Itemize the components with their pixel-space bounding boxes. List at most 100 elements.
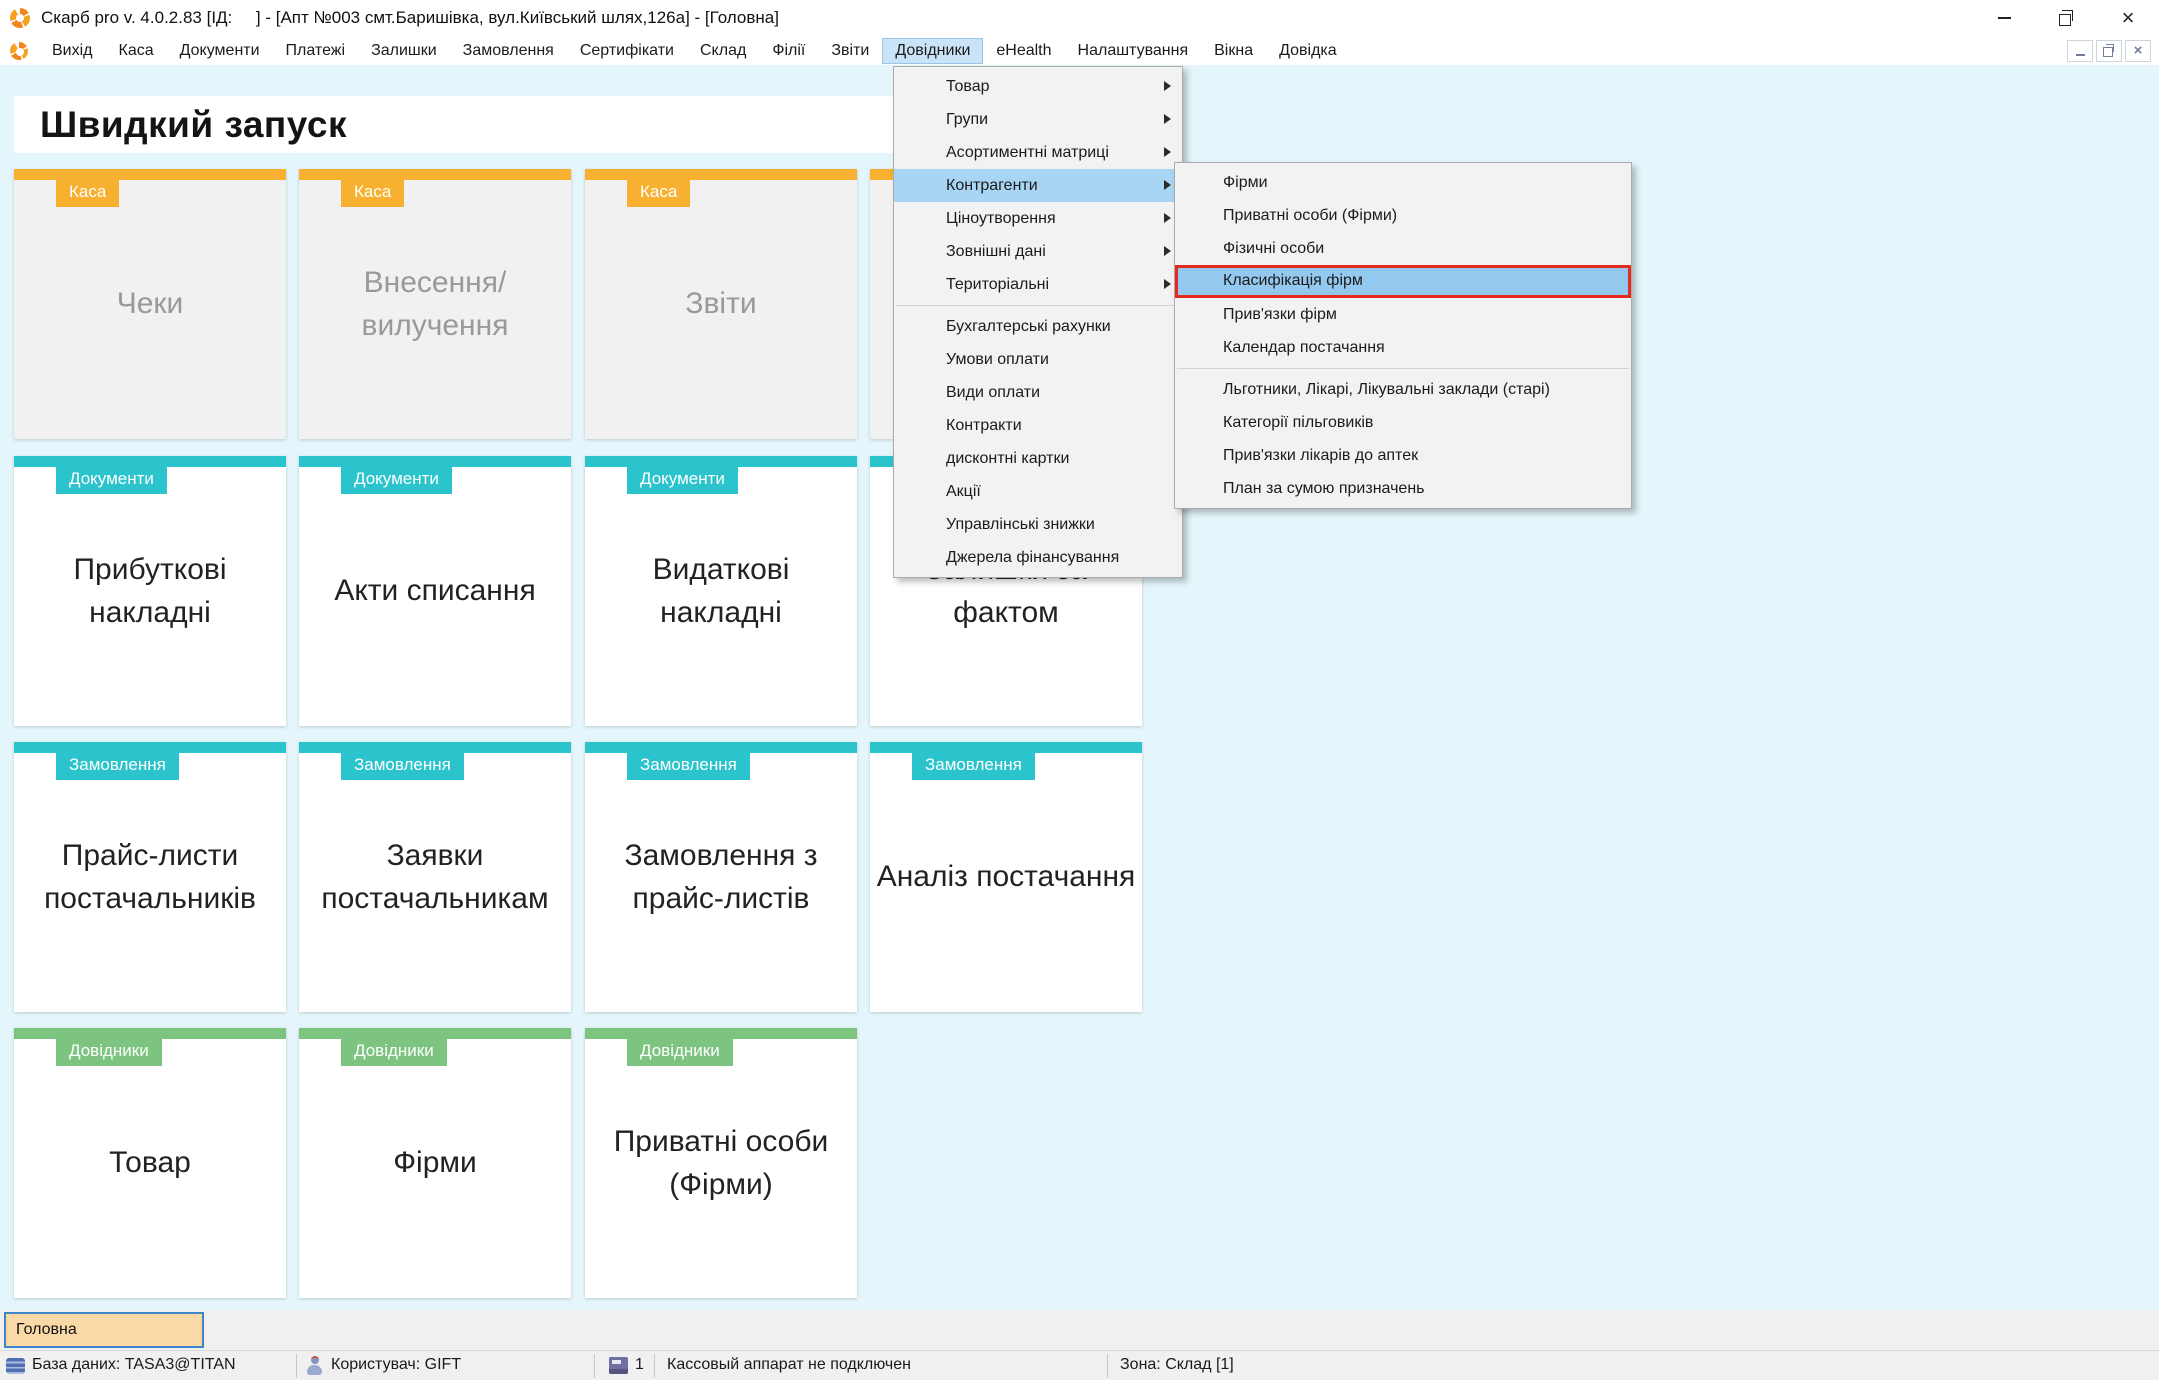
mdi-restore-button[interactable] [2096,40,2122,62]
tile-tovar[interactable]: Товар Довідники [14,1028,286,1298]
cash-register-icon [609,1357,628,1374]
menu-item-zovnishni-dani[interactable]: Зовнішні дані [894,235,1182,268]
menu-zvity[interactable]: Звіти [818,38,882,64]
tile-zamovlennia-z-prais-lystiv[interactable]: Замовлення з прайс-листів Замовлення [585,742,857,1012]
submenu-arrow-icon [1164,147,1171,157]
tile-category-tag: Замовлення [912,753,1035,780]
submenu-item-klasyfikatsiia-firm[interactable]: Класифікація фірм [1175,265,1631,298]
menu-item-asortymentni-matrytsi[interactable]: Асортиментні матриці [894,136,1182,169]
restore-icon [2059,14,2071,26]
tile-akty-spysannia[interactable]: Акти списання Документи [299,456,571,726]
menu-platezhi[interactable]: Платежі [273,38,359,64]
tile-category-bar [585,169,857,180]
menu-nalashtuvannia[interactable]: Налаштування [1065,38,1202,64]
menu-item-kontrakty[interactable]: Контракти [894,409,1182,442]
tile-zvity[interactable]: Звіти Каса [585,169,857,439]
submenu-arrow-icon [1164,213,1171,223]
submenu-item-plan-za-sumoiu-pryznachen[interactable]: План за сумою призначень [1175,472,1631,505]
menu-item-label: Бухгалтерські рахунки [946,318,1111,335]
menu-item-dyskontni-kartky[interactable]: дисконтні картки [894,442,1182,475]
tile-cheky[interactable]: Чеки Каса [14,169,286,439]
close-button[interactable]: × [2097,0,2159,36]
mdi-minimize-button[interactable] [2067,40,2093,62]
submenu-item-pryviazky-likariv-do-aptek[interactable]: Прив'язки лікарів до аптек [1175,439,1631,472]
menu-item-bukhhalterski-rakhunky[interactable]: Бухгалтерські рахунки [894,310,1182,343]
tile-prais-lysty-postachalnykiv[interactable]: Прайс-листи постачальників Замовлення [14,742,286,1012]
tile-category-bar [14,1028,286,1039]
minimize-button[interactable] [1973,0,2035,36]
menu-item-label: Класифікація фірм [1223,272,1363,289]
menu-item-aktsii[interactable]: Акції [894,475,1182,508]
menu-item-kontrahenty[interactable]: Контрагенти [894,169,1182,202]
restore-button[interactable] [2035,0,2097,36]
tile-analiz-postachannia[interactable]: Аналіз постачання Замовлення [870,742,1142,1012]
menu-item-hrupy[interactable]: Групи [894,103,1182,136]
menu-item-label: Групи [946,111,988,128]
submenu-item-pryviazky-firm[interactable]: Прив'язки фірм [1175,298,1631,331]
status-bar: База даних: TASA3@TITAN Користувач: GIFT… [0,1350,2159,1380]
submenu-item-lhotnyky-likari-zaklady[interactable]: Льготники, Лікарі, Лікувальні заклади (с… [1175,373,1631,406]
menu-item-label: Акції [946,483,981,500]
tile-zaiavky-postachalnykam[interactable]: Заявки постачальникам Замовлення [299,742,571,1012]
tile-vydatkovi-nakladni[interactable]: Видаткові накладні Документи [585,456,857,726]
mdi-close-button[interactable]: × [2125,40,2151,62]
menu-item-label: Асортиментні матриці [946,144,1109,161]
tile-firmy[interactable]: Фірми Довідники [299,1028,571,1298]
window-controls: × [1973,0,2159,36]
submenu-item-fizychni-osoby[interactable]: Фізичні особи [1175,232,1631,265]
menu-item-label: Умови оплати [946,351,1049,368]
tile-label: Замовлення з прайс-листів [585,742,857,1012]
tile-category-tag: Замовлення [627,753,750,780]
menu-bar: Вихід Каса Документи Платежі Залишки Зам… [0,36,2159,65]
tile-vnesennia-vyluchennia[interactable]: Внесення/вилучення Каса [299,169,571,439]
menu-vyhid[interactable]: Вихід [39,38,106,64]
tile-category-tag: Документи [627,467,738,494]
menu-dovidnyky[interactable]: Довідники [882,38,983,64]
status-register-status: Кассовый аппарат не подключен [667,1356,911,1374]
submenu-item-kalendar-postachannia[interactable]: Календар постачання [1175,331,1631,364]
menu-item-label: Ціноутворення [946,210,1056,227]
menu-item-tsinoutvorennia[interactable]: Ціноутворення [894,202,1182,235]
page-title: Швидкий запуск [14,104,347,146]
menu-item-umovy-oplaty[interactable]: Умови оплати [894,343,1182,376]
menu-item-dzherela-finansuvannia[interactable]: Джерела фінансування [894,541,1182,574]
tile-category-bar [299,1028,571,1039]
dovidnyky-dropdown-menu: Товар Групи Асортиментні матриці Контраг… [893,66,1183,578]
menu-item-vydy-oplaty[interactable]: Види оплати [894,376,1182,409]
database-icon [6,1358,25,1374]
menu-zamovlennia[interactable]: Замовлення [450,38,567,64]
menu-dovidka[interactable]: Довідка [1266,38,1350,64]
status-separator [594,1354,595,1378]
status-separator [654,1354,655,1378]
menu-item-terytorialni[interactable]: Територіальні [894,268,1182,301]
mdi-window-controls: × [2067,40,2151,62]
menu-filii[interactable]: Філії [759,38,818,64]
submenu-item-katehorii-pilhovykiv[interactable]: Категорії пільговиків [1175,406,1631,439]
menu-item-label: Зовнішні дані [946,243,1046,260]
status-zone: Зона: Склад [1] [1120,1356,1234,1374]
menu-sklad[interactable]: Склад [687,38,759,64]
submenu-item-firmy[interactable]: Фірми [1175,166,1631,199]
tile-category-tag: Замовлення [56,753,179,780]
menu-zalyshky[interactable]: Залишки [358,38,450,64]
tile-prybutkovi-nakladni[interactable]: Прибуткові накладні Документи [14,456,286,726]
menu-kasa[interactable]: Каса [106,38,167,64]
tab-holovna[interactable]: Головна [4,1312,204,1348]
menu-ehealth[interactable]: eHealth [983,38,1064,64]
window-title: Скарб pro v. 4.0.2.83 [ІД: ] - [Апт №003… [41,8,779,28]
menu-item-label: Категорії пільговиків [1223,414,1373,431]
menu-item-tovar[interactable]: Товар [894,70,1182,103]
tile-category-bar [299,742,571,753]
minimize-icon [1998,17,2011,19]
menu-vikna[interactable]: Вікна [1201,38,1266,64]
mdi-child-icon [10,42,28,60]
tile-pryvatni-osoby-firmy[interactable]: Приватні особи (Фірми) Довідники [585,1028,857,1298]
menu-sertyfikaty[interactable]: Сертифікати [567,38,687,64]
menu-item-label: Управлінські знижки [946,516,1095,533]
submenu-item-pryvatni-osoby-firmy[interactable]: Приватні особи (Фірми) [1175,199,1631,232]
tile-category-tag: Довідники [627,1039,733,1066]
menu-item-label: Товар [946,78,990,95]
submenu-arrow-icon [1164,180,1171,190]
menu-item-upravlinski-znyzhky[interactable]: Управлінські знижки [894,508,1182,541]
menu-dokumenty[interactable]: Документи [167,38,273,64]
